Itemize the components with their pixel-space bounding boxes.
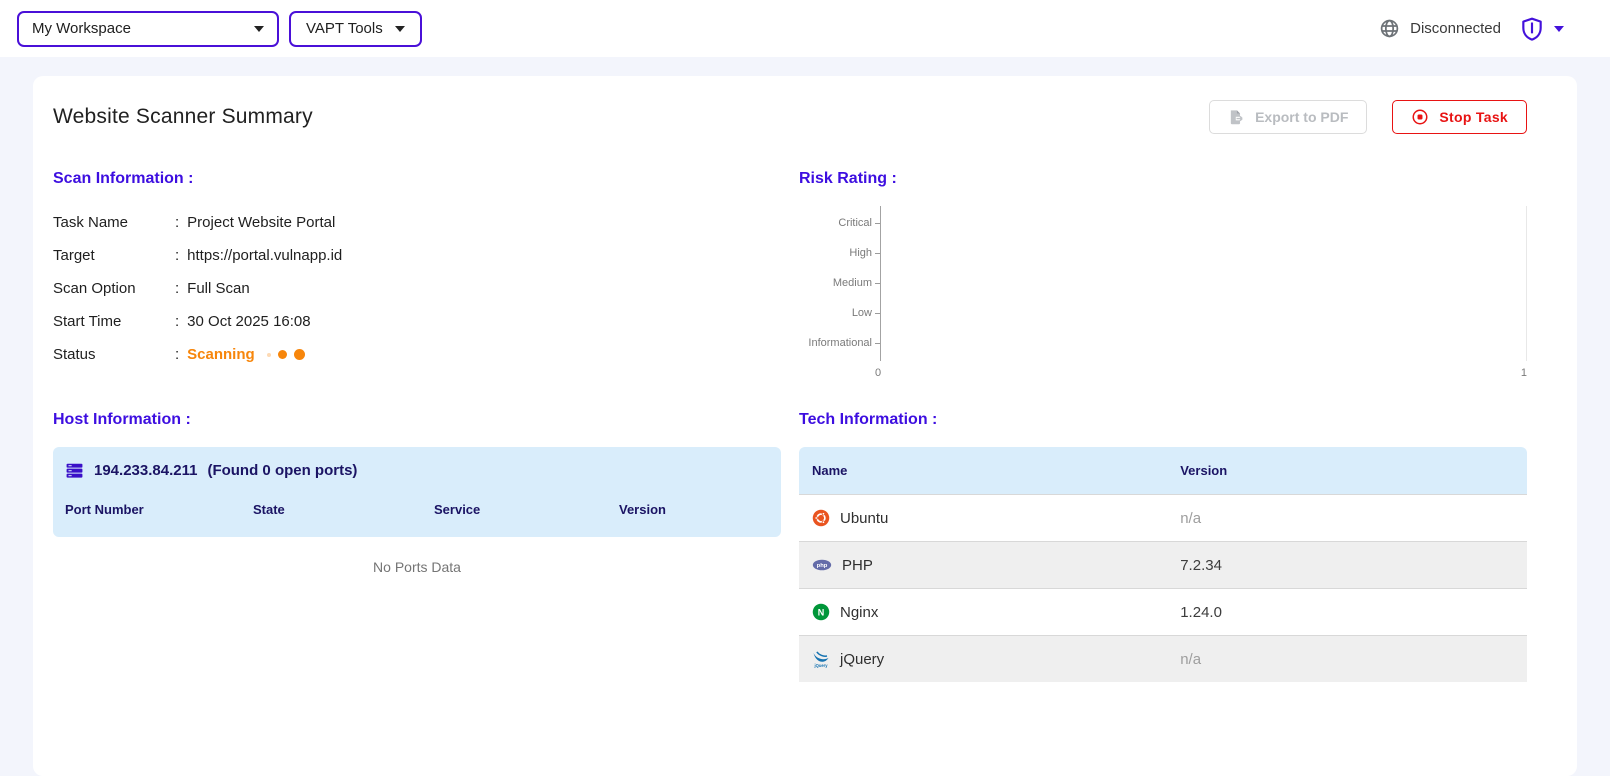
bottom-sections: Host Information : 194.233.84.211 (Found… [53,411,1527,682]
ports-col-version: Version [619,502,666,517]
scan-information-heading: Scan Information : [53,170,194,187]
tech-information-heading: Tech Information : [799,411,938,428]
header-actions: Export to PDF Stop Task [1209,100,1527,134]
tech-table: Name Version Ubuntu n/a php PHP 7.2.34 N… [799,447,1527,682]
host-open-ports-note: (Found 0 open ports) [207,462,358,479]
tech-version: n/a [1180,509,1202,527]
task-name-value: Project Website Portal [187,214,336,231]
svg-text:php: php [817,563,828,569]
topbar-right: Disconnected [1379,16,1564,42]
x-tick-1: 1 [1520,367,1527,379]
y-tick-low: Low [799,298,880,328]
stop-task-button[interactable]: Stop Task [1392,100,1527,134]
globe-icon [1379,18,1400,39]
scan-info-row-target: Target : https://portal.vulnapp.id [53,247,343,264]
svg-text:N: N [818,607,825,617]
status-badge: Scanning [187,346,255,363]
separator: : [175,280,180,297]
host-information-section: Host Information : 194.233.84.211 (Found… [53,411,781,682]
chevron-down-icon [254,25,264,32]
scanning-loader-dots [266,349,305,360]
ports-col-state: State [253,502,285,517]
nginx-icon: N [812,603,830,621]
tech-name: Nginx [840,603,879,621]
ports-col-port-number: Port Number [65,502,144,517]
host-panel: 194.233.84.211 (Found 0 open ports) Port… [53,447,781,537]
php-icon: php [812,555,832,575]
tech-col-name: Name [812,463,848,478]
table-row: jQuery jQuery n/a [799,635,1527,682]
separator: : [175,214,180,231]
host-ip-row: 194.233.84.211 (Found 0 open ports) [53,447,781,490]
vapt-tools-button[interactable]: VAPT Tools [289,10,422,47]
page-body: Website Scanner Summary Export to PDF St… [0,57,1610,776]
workspace-select-value: My Workspace [32,20,131,37]
table-row: Ubuntu n/a [799,494,1527,541]
chart-y-axis-labels: Critical High Medium Low Informational [799,206,880,361]
target-value: https://portal.vulnapp.id [187,247,343,264]
scan-information-section: Scan Information : Task Name : Project W… [53,170,781,379]
chart-plot-area [880,206,1527,361]
host-ip: 194.233.84.211 [94,462,198,479]
scan-info-row-status: Status : Scanning [53,338,781,371]
y-tick-critical: Critical [799,208,880,238]
separator: : [175,346,180,363]
stop-circle-icon [1411,108,1429,126]
workspace-select[interactable]: My Workspace [17,10,279,47]
tech-table-header: Name Version [799,447,1527,494]
risk-rating-chart: Critical High Medium Low Informational [799,206,1527,361]
tech-col-version: Version [1180,463,1228,478]
tech-version: 7.2.34 [1180,556,1222,574]
ports-table-header: Port Number State Service Version [53,490,781,517]
jquery-icon: jQuery [812,650,830,668]
scan-option-value: Full Scan [187,280,250,297]
y-tick-medium: Medium [799,268,880,298]
tech-version: n/a [1180,650,1202,668]
connection-status-label: Disconnected [1410,20,1501,37]
no-ports-message: No Ports Data [373,559,461,575]
y-tick-high: High [799,238,880,268]
tech-name: Ubuntu [840,509,889,527]
scanner-summary-card: Website Scanner Summary Export to PDF St… [33,76,1577,776]
account-menu[interactable] [1519,16,1564,42]
connection-status: Disconnected [1379,18,1501,39]
file-export-icon [1228,109,1245,126]
tech-name: jQuery [840,650,885,668]
scan-info-row-scan-option: Scan Option : Full Scan [53,280,250,297]
topbar: My Workspace VAPT Tools Disconnected [0,0,1610,57]
stop-task-label: Stop Task [1439,109,1508,125]
risk-rating-heading: Risk Rating : [799,170,897,187]
start-time-value: 30 Oct 2025 16:08 [187,313,311,330]
chevron-down-icon[interactable] [1554,25,1564,32]
tech-information-section: Tech Information : Name Version Ubuntu n… [799,411,1527,682]
scan-info-row-task-name: Task Name : Project Website Portal [53,214,336,231]
risk-rating-section: Risk Rating : Critical High Medium Low I… [799,170,1527,379]
shield-icon [1519,16,1545,42]
separator: : [175,313,180,330]
y-tick-informational: Informational [799,328,880,358]
separator: : [175,247,180,264]
ports-col-service: Service [434,502,481,517]
ubuntu-icon [812,509,830,527]
export-pdf-button[interactable]: Export to PDF [1209,100,1368,134]
svg-text:jQuery: jQuery [813,663,828,668]
tech-name: PHP [842,556,873,574]
card-header: Website Scanner Summary Export to PDF St… [53,100,1527,134]
tech-version: 1.24.0 [1180,603,1222,621]
server-icon [65,461,84,480]
table-row: N Nginx 1.24.0 [799,588,1527,635]
scan-info-row-start-time: Start Time : 30 Oct 2025 16:08 [53,313,311,330]
export-pdf-label: Export to PDF [1255,109,1349,125]
vapt-tools-label: VAPT Tools [306,20,383,37]
top-sections: Scan Information : Task Name : Project W… [53,170,1527,379]
table-row: php PHP 7.2.34 [799,541,1527,588]
chevron-down-icon [394,25,405,32]
chart-x-axis-labels: 0 1 [875,367,1527,379]
page-title: Website Scanner Summary [53,105,313,128]
x-tick-0: 0 [875,367,882,379]
host-information-heading: Host Information : [53,411,191,428]
